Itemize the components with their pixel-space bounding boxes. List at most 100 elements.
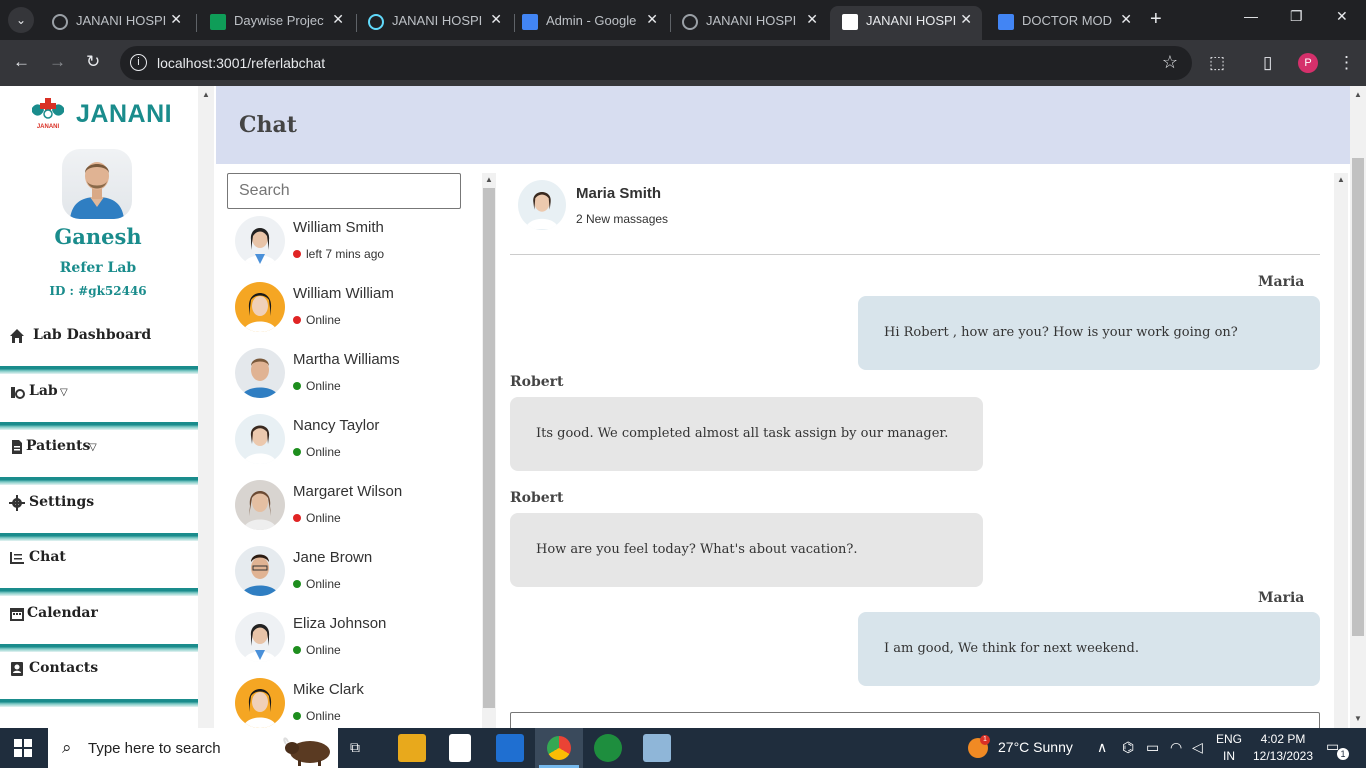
wifi-icon[interactable]: ◠: [1170, 739, 1182, 756]
close-icon[interactable]: ✕: [1120, 11, 1132, 28]
chevron-up-icon[interactable]: ∧: [1097, 739, 1107, 756]
tab-search-button[interactable]: ⌄: [8, 7, 34, 33]
weather-text[interactable]: 27°C Sunny: [998, 739, 1073, 755]
browser-tab[interactable]: JANANI HOSPITAL ✕: [356, 6, 512, 40]
page-scrollbar[interactable]: ▲ ▼: [1350, 86, 1366, 728]
browser-tab[interactable]: Daywise Project ✕: [198, 6, 354, 40]
menu-item-chat[interactable]: Chat: [0, 535, 198, 590]
bookmark-star-icon[interactable]: ☆: [1162, 52, 1178, 73]
app-icon[interactable]: [643, 734, 671, 762]
contact-item[interactable]: Margaret Wilson Online: [234, 480, 474, 546]
taskbar: ⌕ Type here to search ⧉ 1 27°C Sunny ∧ ⌬…: [0, 728, 1366, 768]
taskbar-active-app[interactable]: [535, 728, 583, 768]
sidebar: JANANI JANANI Ganesh Refer Lab ID : #gk5…: [0, 86, 214, 728]
volume-icon[interactable]: ◁: [1192, 739, 1203, 756]
new-tab-button[interactable]: +: [1150, 8, 1162, 31]
menu-item-settings[interactable]: Settings: [0, 480, 198, 535]
tab-title: JANANI HOSPITAL: [76, 13, 166, 28]
status-text: left 7 mins ago: [306, 247, 385, 261]
browser-tab[interactable]: DOCTOR MODULE ✕: [986, 6, 1142, 40]
menu-item-calendar[interactable]: Calendar: [0, 591, 198, 646]
scroll-down-arrow-icon[interactable]: ▼: [1354, 714, 1362, 723]
close-icon[interactable]: ✕: [806, 11, 818, 28]
close-icon[interactable]: ✕: [960, 11, 972, 28]
close-icon[interactable]: ✕: [490, 11, 502, 28]
contact-item[interactable]: Jane Brown Online: [234, 546, 474, 612]
status-text: Online: [306, 313, 341, 327]
scroll-up-arrow-icon[interactable]: ▲: [485, 175, 493, 184]
contact-item[interactable]: Eliza Johnson Online: [234, 612, 474, 678]
scroll-thumb[interactable]: [1352, 158, 1364, 636]
mongodb-icon[interactable]: [594, 734, 622, 762]
vscode-icon[interactable]: [496, 734, 524, 762]
restore-icon[interactable]: ❐: [1290, 8, 1303, 25]
close-window-icon[interactable]: ✕: [1336, 8, 1348, 25]
menu-label: Chat: [29, 549, 66, 565]
close-icon[interactable]: ✕: [332, 11, 344, 28]
back-arrow-icon[interactable]: ←: [13, 52, 30, 72]
chevron-down-icon: ▽: [89, 442, 97, 453]
contact-item[interactable]: Mike Clark Online: [234, 678, 474, 728]
info-icon[interactable]: i: [130, 54, 147, 71]
browser-tab-active[interactable]: JANANI HOSPITAL ✕: [830, 6, 982, 40]
clock[interactable]: 4:02 PM 12/13/2023: [1252, 731, 1314, 765]
task-view-icon[interactable]: ⧉: [350, 739, 360, 756]
minimize-icon[interactable]: —: [1244, 8, 1258, 24]
logo[interactable]: JANANI JANANI: [28, 94, 172, 132]
contact-item[interactable]: William William Online: [234, 282, 474, 348]
address-bar[interactable]: i localhost:3001/referlabchat ☆: [120, 46, 1192, 80]
scroll-thumb[interactable]: [483, 188, 495, 708]
reload-icon[interactable]: ↻: [86, 52, 100, 72]
user-role: Refer Lab: [59, 260, 137, 276]
browser-tab[interactable]: Admin - Google ✕: [510, 6, 668, 40]
chrome-icon: [547, 736, 571, 760]
tab-title: Daywise Project: [234, 13, 324, 28]
profile-avatar[interactable]: P: [1298, 53, 1318, 73]
message-sender: Maria: [1258, 274, 1305, 290]
janani-logo-icon: JANANI: [32, 98, 64, 130]
menu-item-lab[interactable]: Lab ▽: [0, 369, 198, 424]
scroll-up-arrow-icon[interactable]: ▲: [1337, 175, 1345, 184]
close-icon[interactable]: ✕: [170, 11, 182, 28]
browser-tab[interactable]: JANANI HOSPITAL ✕: [40, 6, 192, 40]
scroll-up-arrow-icon[interactable]: ▲: [1354, 90, 1362, 99]
user-avatar[interactable]: [62, 149, 132, 219]
contact-item[interactable]: Nancy Taylor Online: [234, 414, 474, 480]
url-text: localhost:3001/referlabchat: [157, 55, 326, 71]
tab-title: JANANI HOSPITAL: [392, 13, 482, 28]
scroll-up-arrow-icon[interactable]: ▲: [202, 90, 210, 99]
react-icon: [368, 14, 384, 30]
contact-item[interactable]: William Smith left 7 mins ago: [234, 216, 474, 282]
contact-photo: [243, 293, 277, 332]
chat-contact-avatar[interactable]: [518, 180, 566, 230]
file-explorer-icon[interactable]: [398, 734, 426, 762]
status-text: Online: [306, 709, 341, 723]
lab-icon: [11, 387, 25, 399]
message-input[interactable]: [510, 712, 1320, 728]
more-menu-icon[interactable]: ⋮: [1338, 53, 1355, 73]
language-indicator[interactable]: ENG IN: [1216, 731, 1242, 765]
menu-item-patients[interactable]: Patients ▽: [0, 424, 198, 479]
contact-item[interactable]: Martha Williams Online: [234, 348, 474, 414]
menu-item-contacts[interactable]: Contacts: [0, 646, 198, 701]
meet-now-icon[interactable]: ⌬: [1122, 739, 1134, 756]
chat-scrollbar[interactable]: ▲: [1334, 173, 1348, 728]
yak-illustration-icon: [283, 737, 330, 766]
taskbar-search[interactable]: ⌕ Type here to search: [48, 728, 338, 768]
status-text: Online: [306, 379, 341, 393]
notepad-icon[interactable]: [449, 734, 471, 762]
menu-item-lab-dashboard[interactable]: Lab Dashboard: [0, 313, 198, 368]
side-panel-icon[interactable]: ▯: [1263, 53, 1272, 73]
windows-start-icon[interactable]: [14, 739, 32, 757]
sidebar-scrollbar[interactable]: ▲: [198, 86, 214, 728]
close-icon[interactable]: ✕: [646, 11, 658, 28]
search-input[interactable]: [227, 173, 461, 209]
battery-icon[interactable]: ▭: [1146, 739, 1159, 756]
extensions-icon[interactable]: ⬚: [1209, 53, 1225, 73]
forward-arrow-icon[interactable]: →: [49, 52, 66, 72]
contact-list-scrollbar[interactable]: ▲: [482, 173, 496, 728]
contact-avatar: [235, 282, 285, 332]
message-bubble-outgoing: I am good, We think for next weekend.: [858, 612, 1320, 686]
contact-status: Online: [293, 643, 341, 657]
browser-tab[interactable]: JANANI HOSPITAL ✕: [670, 6, 828, 40]
